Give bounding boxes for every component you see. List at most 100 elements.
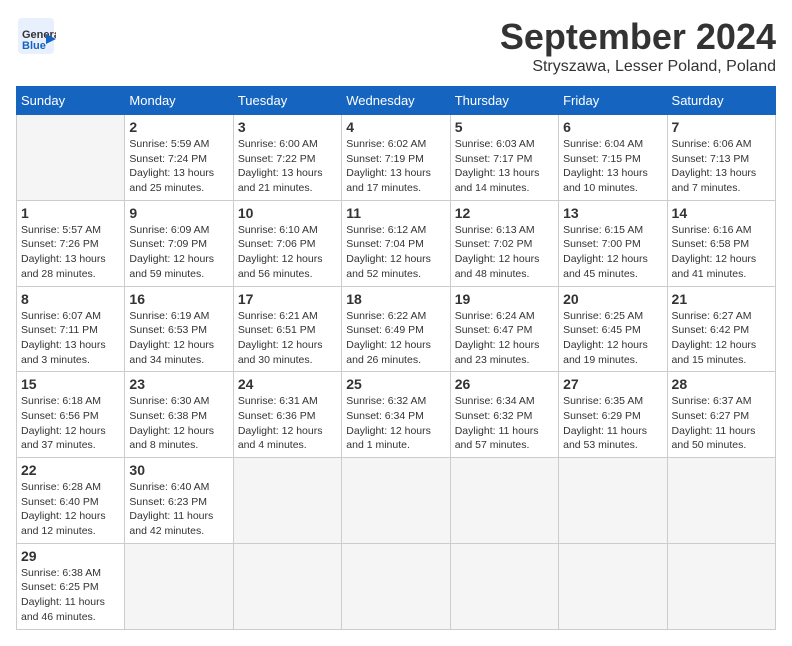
day-number: 9: [129, 205, 228, 221]
day-number: 2: [129, 119, 228, 135]
calendar-cell: 21 Sunrise: 6:27 AMSunset: 6:42 PMDaylig…: [667, 286, 775, 372]
calendar-cell: 6 Sunrise: 6:04 AMSunset: 7:15 PMDayligh…: [559, 115, 667, 201]
day-info: Sunrise: 5:57 AMSunset: 7:26 PMDaylight:…: [21, 223, 120, 282]
calendar-week-2: 1 Sunrise: 5:57 AMSunset: 7:26 PMDayligh…: [17, 200, 776, 286]
calendar-cell: 23 Sunrise: 6:30 AMSunset: 6:38 PMDaylig…: [125, 372, 233, 458]
day-number: 5: [455, 119, 554, 135]
calendar-cell: [559, 458, 667, 544]
day-info: Sunrise: 6:22 AMSunset: 6:49 PMDaylight:…: [346, 309, 445, 368]
day-info: Sunrise: 6:04 AMSunset: 7:15 PMDaylight:…: [563, 137, 662, 196]
calendar-week-4: 15 Sunrise: 6:18 AMSunset: 6:56 PMDaylig…: [17, 372, 776, 458]
calendar-cell: [450, 458, 558, 544]
col-friday: Friday: [559, 87, 667, 115]
calendar-cell: [233, 458, 341, 544]
day-number: 25: [346, 376, 445, 392]
day-info: Sunrise: 6:40 AMSunset: 6:23 PMDaylight:…: [129, 480, 228, 539]
day-number: 12: [455, 205, 554, 221]
day-info: Sunrise: 6:32 AMSunset: 6:34 PMDaylight:…: [346, 394, 445, 453]
calendar-cell: 13 Sunrise: 6:15 AMSunset: 7:00 PMDaylig…: [559, 200, 667, 286]
day-info: Sunrise: 6:07 AMSunset: 7:11 PMDaylight:…: [21, 309, 120, 368]
calendar-cell: 20 Sunrise: 6:25 AMSunset: 6:45 PMDaylig…: [559, 286, 667, 372]
calendar-cell: 1 Sunrise: 5:57 AMSunset: 7:26 PMDayligh…: [17, 200, 125, 286]
day-number: 14: [672, 205, 771, 221]
calendar-cell: 12 Sunrise: 6:13 AMSunset: 7:02 PMDaylig…: [450, 200, 558, 286]
calendar-cell: 26 Sunrise: 6:34 AMSunset: 6:32 PMDaylig…: [450, 372, 558, 458]
calendar-cell: 27 Sunrise: 6:35 AMSunset: 6:29 PMDaylig…: [559, 372, 667, 458]
calendar-week-6: 29 Sunrise: 6:38 AMSunset: 6:25 PMDaylig…: [17, 543, 776, 629]
day-number: 10: [238, 205, 337, 221]
calendar-cell: 4 Sunrise: 6:02 AMSunset: 7:19 PMDayligh…: [342, 115, 450, 201]
calendar-cell: 14 Sunrise: 6:16 AMSunset: 6:58 PMDaylig…: [667, 200, 775, 286]
calendar-cell: 2 Sunrise: 5:59 AMSunset: 7:24 PMDayligh…: [125, 115, 233, 201]
day-info: Sunrise: 6:13 AMSunset: 7:02 PMDaylight:…: [455, 223, 554, 282]
calendar-cell: [559, 543, 667, 629]
title-section: September 2024 Stryszawa, Lesser Poland,…: [500, 16, 776, 76]
calendar-cell: 24 Sunrise: 6:31 AMSunset: 6:36 PMDaylig…: [233, 372, 341, 458]
calendar-cell: 18 Sunrise: 6:22 AMSunset: 6:49 PMDaylig…: [342, 286, 450, 372]
day-info: Sunrise: 6:30 AMSunset: 6:38 PMDaylight:…: [129, 394, 228, 453]
subtitle: Stryszawa, Lesser Poland, Poland: [500, 58, 776, 76]
svg-text:Blue: Blue: [22, 40, 46, 52]
day-number: 18: [346, 291, 445, 307]
day-number: 19: [455, 291, 554, 307]
day-info: Sunrise: 6:27 AMSunset: 6:42 PMDaylight:…: [672, 309, 771, 368]
day-info: Sunrise: 6:00 AMSunset: 7:22 PMDaylight:…: [238, 137, 337, 196]
col-sunday: Sunday: [17, 87, 125, 115]
day-number: 1: [21, 205, 120, 221]
day-info: Sunrise: 6:06 AMSunset: 7:13 PMDaylight:…: [672, 137, 771, 196]
calendar-cell: [667, 543, 775, 629]
logo: General Blue: [16, 16, 56, 56]
day-info: Sunrise: 6:35 AMSunset: 6:29 PMDaylight:…: [563, 394, 662, 453]
calendar-cell: 10 Sunrise: 6:10 AMSunset: 7:06 PMDaylig…: [233, 200, 341, 286]
day-number: 13: [563, 205, 662, 221]
day-info: Sunrise: 6:38 AMSunset: 6:25 PMDaylight:…: [21, 566, 120, 625]
calendar-cell: [233, 543, 341, 629]
month-title: September 2024: [500, 16, 776, 58]
day-info: Sunrise: 6:12 AMSunset: 7:04 PMDaylight:…: [346, 223, 445, 282]
calendar-table: Sunday Monday Tuesday Wednesday Thursday…: [16, 86, 776, 630]
day-number: 3: [238, 119, 337, 135]
day-number: 17: [238, 291, 337, 307]
day-info: Sunrise: 6:16 AMSunset: 6:58 PMDaylight:…: [672, 223, 771, 282]
day-info: Sunrise: 6:03 AMSunset: 7:17 PMDaylight:…: [455, 137, 554, 196]
calendar-week-3: 8 Sunrise: 6:07 AMSunset: 7:11 PMDayligh…: [17, 286, 776, 372]
calendar-cell: 11 Sunrise: 6:12 AMSunset: 7:04 PMDaylig…: [342, 200, 450, 286]
day-number: 4: [346, 119, 445, 135]
calendar-cell: 25 Sunrise: 6:32 AMSunset: 6:34 PMDaylig…: [342, 372, 450, 458]
day-info: Sunrise: 6:21 AMSunset: 6:51 PMDaylight:…: [238, 309, 337, 368]
day-number: 7: [672, 119, 771, 135]
calendar-cell: 8 Sunrise: 6:07 AMSunset: 7:11 PMDayligh…: [17, 286, 125, 372]
day-number: 23: [129, 376, 228, 392]
calendar-cell: 28 Sunrise: 6:37 AMSunset: 6:27 PMDaylig…: [667, 372, 775, 458]
calendar-cell: 16 Sunrise: 6:19 AMSunset: 6:53 PMDaylig…: [125, 286, 233, 372]
day-number: 6: [563, 119, 662, 135]
day-info: Sunrise: 6:25 AMSunset: 6:45 PMDaylight:…: [563, 309, 662, 368]
calendar-cell: 30 Sunrise: 6:40 AMSunset: 6:23 PMDaylig…: [125, 458, 233, 544]
calendar-cell: [450, 543, 558, 629]
day-info: Sunrise: 6:37 AMSunset: 6:27 PMDaylight:…: [672, 394, 771, 453]
day-number: 30: [129, 462, 228, 478]
day-info: Sunrise: 5:59 AMSunset: 7:24 PMDaylight:…: [129, 137, 228, 196]
col-monday: Monday: [125, 87, 233, 115]
calendar-cell: 29 Sunrise: 6:38 AMSunset: 6:25 PMDaylig…: [17, 543, 125, 629]
col-wednesday: Wednesday: [342, 87, 450, 115]
day-number: 8: [21, 291, 120, 307]
calendar-cell: 9 Sunrise: 6:09 AMSunset: 7:09 PMDayligh…: [125, 200, 233, 286]
day-number: 20: [563, 291, 662, 307]
calendar-header-row: Sunday Monday Tuesday Wednesday Thursday…: [17, 87, 776, 115]
calendar-cell: 3 Sunrise: 6:00 AMSunset: 7:22 PMDayligh…: [233, 115, 341, 201]
day-number: 24: [238, 376, 337, 392]
calendar-cell: [125, 543, 233, 629]
calendar-cell: 5 Sunrise: 6:03 AMSunset: 7:17 PMDayligh…: [450, 115, 558, 201]
day-info: Sunrise: 6:18 AMSunset: 6:56 PMDaylight:…: [21, 394, 120, 453]
logo-icon: General Blue: [16, 16, 56, 56]
day-number: 16: [129, 291, 228, 307]
day-number: 15: [21, 376, 120, 392]
calendar-cell: 7 Sunrise: 6:06 AMSunset: 7:13 PMDayligh…: [667, 115, 775, 201]
calendar-week-5: 22 Sunrise: 6:28 AMSunset: 6:40 PMDaylig…: [17, 458, 776, 544]
day-number: 22: [21, 462, 120, 478]
calendar-cell: [342, 458, 450, 544]
day-info: Sunrise: 6:02 AMSunset: 7:19 PMDaylight:…: [346, 137, 445, 196]
day-number: 26: [455, 376, 554, 392]
calendar-cell: [342, 543, 450, 629]
